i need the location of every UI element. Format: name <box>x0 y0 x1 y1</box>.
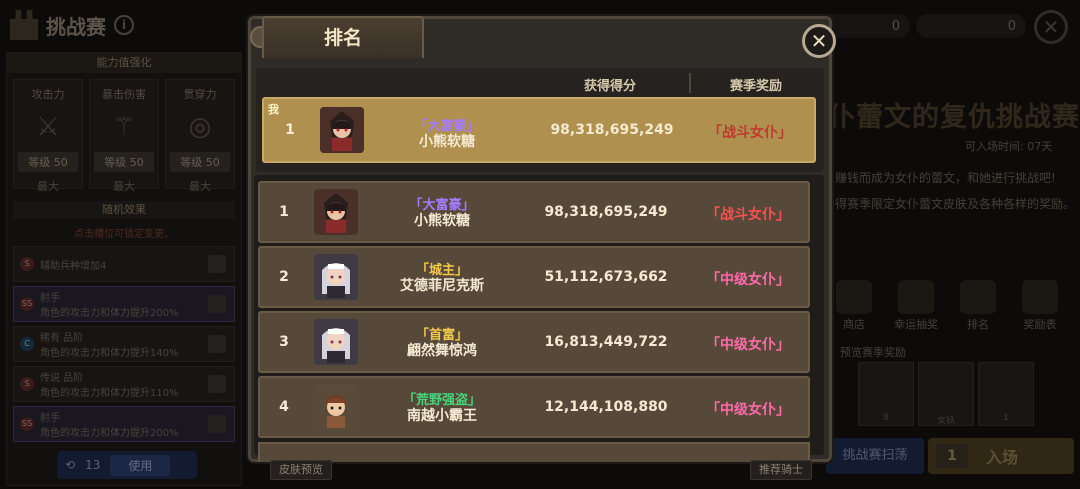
rank-number: 1 <box>279 204 289 220</box>
season-reward: 「中级女仆」 <box>706 272 790 288</box>
season-reward: 「战斗女仆」 <box>706 207 790 223</box>
avatar <box>314 384 358 430</box>
modal-title: 排名 <box>262 16 424 58</box>
season-reward: 「中级女仆」 <box>706 337 790 353</box>
avatar <box>320 107 364 153</box>
player-score: 51,112,673,662 <box>544 269 668 285</box>
avatar <box>314 189 358 235</box>
player-score: 16,813,449,722 <box>544 334 668 350</box>
player-score: 98,318,695,249 <box>544 204 668 220</box>
player-name: 翩然舞惊鸿 <box>407 343 477 359</box>
ranking-row-partial[interactable] <box>258 442 810 462</box>
rank-number: 3 <box>279 334 289 350</box>
rank-number: 4 <box>279 399 289 415</box>
avatar <box>314 254 358 300</box>
player-name: 艾德菲尼克斯 <box>400 278 484 294</box>
avatar <box>314 319 358 365</box>
my-rank: 1 <box>285 122 295 138</box>
close-button[interactable]: ✕ <box>802 24 836 58</box>
season-reward: 「中级女仆」 <box>706 402 790 418</box>
rank-number: 2 <box>279 269 289 285</box>
column-divider <box>689 73 691 93</box>
season-reward: 「战斗女仆」 <box>708 125 792 141</box>
column-reward: 赛季奖励 <box>730 79 783 94</box>
player-name: 小熊软糖 <box>414 213 470 229</box>
player-name: 南越小霸王 <box>407 408 477 424</box>
player-score: 12,144,108,880 <box>544 399 668 415</box>
player-score: 98,318,695,249 <box>550 122 674 138</box>
me-tag: 我 <box>268 103 279 116</box>
skin-preview-button[interactable]: 皮肤预览 <box>270 460 332 480</box>
column-score: 获得得分 <box>584 79 637 94</box>
player-name: 小熊软糖 <box>419 134 475 150</box>
recommend-knight-button[interactable]: 推荐骑士 <box>750 460 812 480</box>
